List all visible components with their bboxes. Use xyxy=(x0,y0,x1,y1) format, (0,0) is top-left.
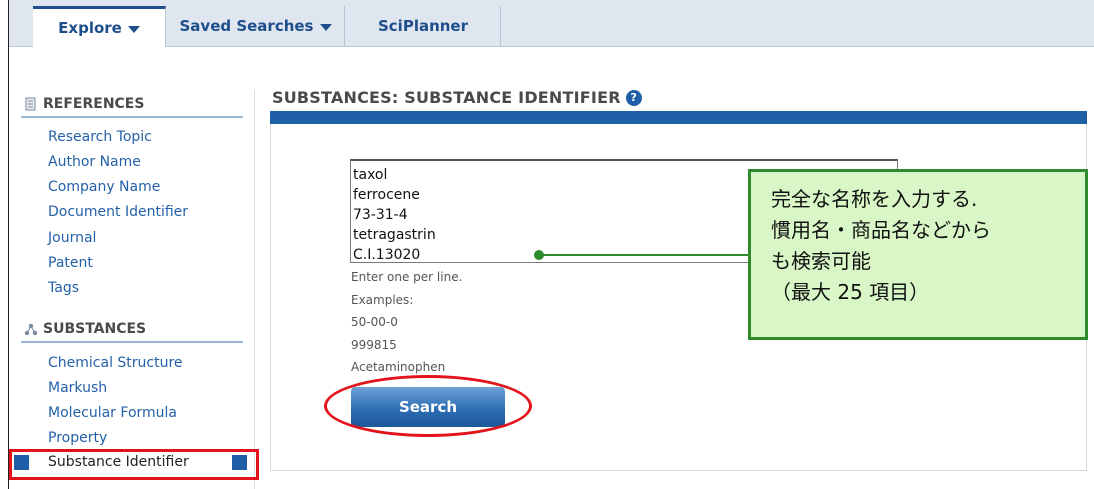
callout-line: も検索可能 xyxy=(771,249,871,273)
highlight-box xyxy=(9,449,259,480)
tab-explore[interactable]: Explore xyxy=(33,6,166,47)
sidebar: REFERENCES Research Topic Author Name Co… xyxy=(9,90,255,489)
sidebar-item-markush[interactable]: Markush xyxy=(48,380,107,396)
sidebar-item-property[interactable]: Property xyxy=(48,430,107,446)
callout-line: （最大 25 項目） xyxy=(771,280,930,304)
tab-saved-searches[interactable]: Saved Searches xyxy=(167,6,345,46)
substances-underline xyxy=(21,341,243,343)
examples-label: Examples: xyxy=(351,293,414,307)
page-title: SUBSTANCES: SUBSTANCE IDENTIFIER ? xyxy=(272,88,642,107)
callout-connector xyxy=(538,254,748,256)
section-references-heading: REFERENCES xyxy=(23,93,144,115)
highlight-ellipse xyxy=(324,375,532,437)
sidebar-item-author-name[interactable]: Author Name xyxy=(48,154,141,170)
chevron-down-icon xyxy=(319,23,332,31)
annotation-callout: 完全な名称を入力する. 慣用名・商品名などから も検索可能 （最大 25 項目） xyxy=(748,169,1088,340)
sidebar-item-molecular-formula[interactable]: Molecular Formula xyxy=(48,405,177,421)
callout-line: 完全な名称を入力する. xyxy=(771,187,978,211)
panel-header-bar xyxy=(270,111,1087,124)
tab-explore-label: Explore xyxy=(58,19,122,37)
example-item: 999815 xyxy=(351,338,397,352)
tab-bar: Explore Saved Searches SciPlanner xyxy=(9,0,1094,47)
substances-heading-label: SUBSTANCES xyxy=(43,321,147,337)
tab-sciplanner[interactable]: SciPlanner xyxy=(346,6,501,46)
sidebar-item-tags[interactable]: Tags xyxy=(48,280,79,296)
example-item: 50-00-0 xyxy=(351,315,398,329)
tab-saved-searches-label: Saved Searches xyxy=(179,17,314,35)
molecule-icon xyxy=(23,321,39,337)
references-underline xyxy=(21,116,243,118)
example-item: Acetaminophen xyxy=(351,360,446,374)
sidebar-divider xyxy=(254,90,255,489)
chevron-down-icon xyxy=(127,25,140,33)
tab-sciplanner-label: SciPlanner xyxy=(377,17,469,35)
help-icon[interactable]: ? xyxy=(625,89,642,106)
references-heading-label: REFERENCES xyxy=(43,96,145,112)
sidebar-item-patent[interactable]: Patent xyxy=(48,255,93,271)
document-icon xyxy=(23,96,39,112)
sidebar-item-journal[interactable]: Journal xyxy=(48,230,96,246)
page-title-text: SUBSTANCES: SUBSTANCE IDENTIFIER xyxy=(272,88,621,107)
input-hint: Enter one per line. xyxy=(351,270,463,284)
sidebar-item-company-name[interactable]: Company Name xyxy=(48,179,160,195)
sidebar-item-document-identifier[interactable]: Document Identifier xyxy=(48,204,188,220)
callout-dot xyxy=(534,250,544,260)
section-substances-heading: SUBSTANCES xyxy=(23,318,146,340)
sidebar-item-research-topic[interactable]: Research Topic xyxy=(48,129,152,145)
callout-line: 慣用名・商品名などから xyxy=(771,218,991,242)
sidebar-item-chemical-structure[interactable]: Chemical Structure xyxy=(48,355,183,371)
